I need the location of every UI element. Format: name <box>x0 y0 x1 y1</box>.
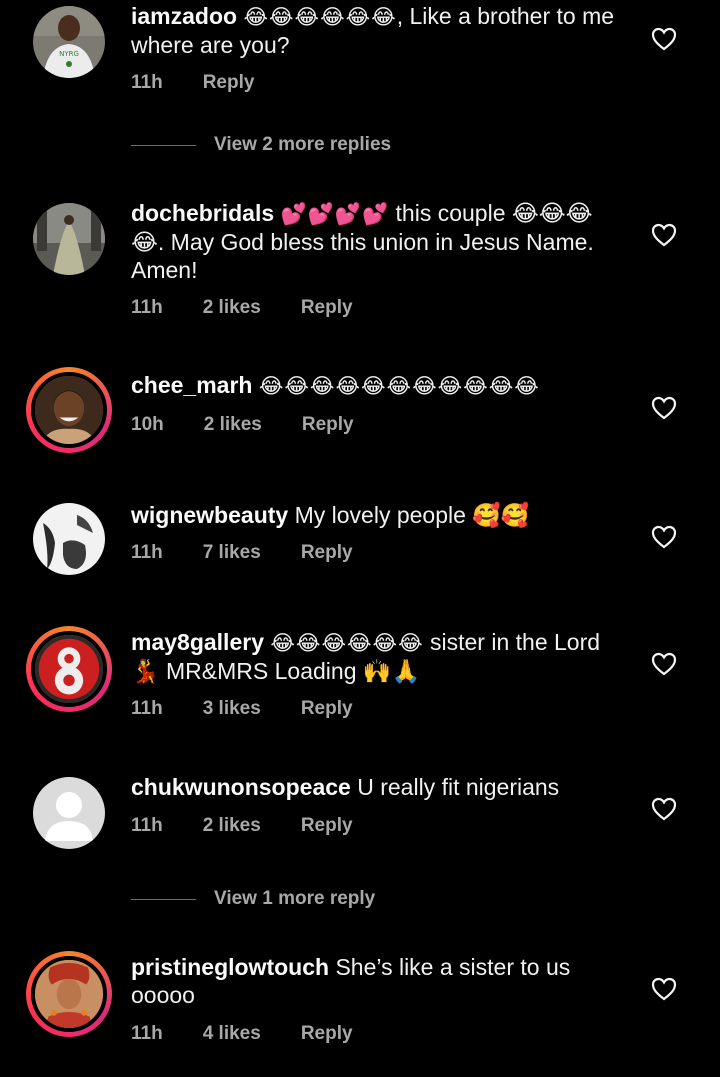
comment-likes[interactable]: 3 likes <box>203 698 261 720</box>
comment-username[interactable]: pristineglowtouch <box>131 954 329 980</box>
comment-meta: 11h 3 likes Reply <box>131 698 393 720</box>
avatar-image <box>31 372 107 448</box>
comment-emoji: 😂😂😂😂😂😂 <box>243 5 397 29</box>
comment-meta: 11h 2 likes Reply <box>131 815 393 837</box>
heart-outline-icon[interactable] <box>651 977 677 1001</box>
comment-likes[interactable]: 4 likes <box>203 1023 261 1045</box>
comment-likes[interactable]: 2 likes <box>204 414 262 436</box>
comment-body: pristineglowtouch She’s like a sister to… <box>131 953 621 1009</box>
comment-emoji: 😂😂😂😂😂😂😂😂😂😂😂 <box>258 374 540 398</box>
comment-body: chukwunonsopeace U really fit nigerians <box>131 773 621 801</box>
avatar-text: NYRG <box>59 50 79 58</box>
comment-text: My lovely people 🥰🥰 <box>288 502 530 528</box>
reply-button[interactable]: Reply <box>301 542 353 564</box>
comment-time: 11h <box>131 815 163 836</box>
comment-meta: 11h 7 likes Reply <box>131 542 393 564</box>
divider-line <box>131 144 196 146</box>
reply-button[interactable]: Reply <box>301 815 353 837</box>
avatar-image <box>33 203 105 275</box>
heart-outline-icon[interactable] <box>651 396 677 420</box>
comment-time: 11h <box>131 698 163 719</box>
comment-meta: 10h 2 likes Reply <box>131 414 394 436</box>
heart-outline-icon[interactable] <box>651 525 677 549</box>
comment-likes[interactable]: 7 likes <box>203 542 261 564</box>
divider-line <box>131 898 196 900</box>
view-more-replies-button[interactable]: View 2 more replies <box>131 134 391 156</box>
heart-outline-icon[interactable] <box>651 27 677 51</box>
avatar[interactable]: NYRG <box>26 0 112 85</box>
comment-text: U really fit nigerians <box>350 774 560 800</box>
comment-time: 11h <box>131 1023 163 1044</box>
avatar-image <box>31 631 107 707</box>
view-more-replies-label: View 1 more reply <box>214 888 376 909</box>
avatar-story-ring[interactable] <box>26 367 112 453</box>
comment-meta: 11h Reply <box>131 72 294 94</box>
reply-button[interactable]: Reply <box>203 72 255 94</box>
avatar[interactable] <box>26 196 112 282</box>
avatar-image: NYRG <box>33 6 105 78</box>
comment-likes[interactable]: 2 likes <box>203 815 261 837</box>
comment-body: chee_marh 😂😂😂😂😂😂😂😂😂😂😂 <box>131 371 621 400</box>
comment-username[interactable]: chukwunonsopeace <box>131 774 351 800</box>
comment-meta: 11h 4 likes Reply <box>131 1023 393 1045</box>
comment-username[interactable]: chee_marh <box>131 372 252 398</box>
comment-likes[interactable]: 2 likes <box>203 297 261 319</box>
heart-outline-icon[interactable] <box>651 223 677 247</box>
comment-emoji: 💕💕💕💕 <box>280 202 390 226</box>
avatar-story-ring[interactable] <box>26 951 112 1037</box>
avatar-story-ring[interactable] <box>26 626 112 712</box>
avatar[interactable] <box>26 496 112 582</box>
view-more-replies-label: View 2 more replies <box>214 134 392 155</box>
heart-outline-icon[interactable] <box>651 652 677 676</box>
comment-username[interactable]: iamzadoo <box>131 3 237 29</box>
comment-body: dochebridals 💕💕💕💕 this couple 😂😂😂😂. May … <box>131 199 621 284</box>
comment-username[interactable]: may8gallery <box>131 629 264 655</box>
comment-username[interactable]: dochebridals <box>131 200 274 226</box>
avatar-image <box>31 956 107 1032</box>
avatar-image <box>33 503 105 575</box>
heart-outline-icon[interactable] <box>651 797 677 821</box>
comment-username[interactable]: wignewbeauty <box>131 502 288 528</box>
comment-time: 11h <box>131 297 163 318</box>
comment-body: iamzadoo 😂😂😂😂😂😂, Like a brother to me wh… <box>131 2 621 59</box>
reply-button[interactable]: Reply <box>301 1023 353 1045</box>
reply-button[interactable]: Reply <box>301 297 353 319</box>
comment-time: 10h <box>131 414 164 435</box>
comment-body: may8gallery 😂😂😂😂😂😂 sister in the Lord 💃 … <box>131 628 621 685</box>
view-more-replies-button[interactable]: View 1 more reply <box>131 888 375 910</box>
comment-emoji: 😂😂😂😂😂😂 <box>270 631 424 655</box>
comment-time: 11h <box>131 542 163 563</box>
comment-time: 11h <box>131 72 163 93</box>
comment-meta: 11h 2 likes Reply <box>131 297 393 319</box>
avatar[interactable] <box>26 770 112 856</box>
reply-button[interactable]: Reply <box>302 414 354 436</box>
default-avatar-icon <box>33 777 105 849</box>
reply-button[interactable]: Reply <box>301 698 353 720</box>
comment-body: wignewbeauty My lovely people 🥰🥰 <box>131 501 621 529</box>
